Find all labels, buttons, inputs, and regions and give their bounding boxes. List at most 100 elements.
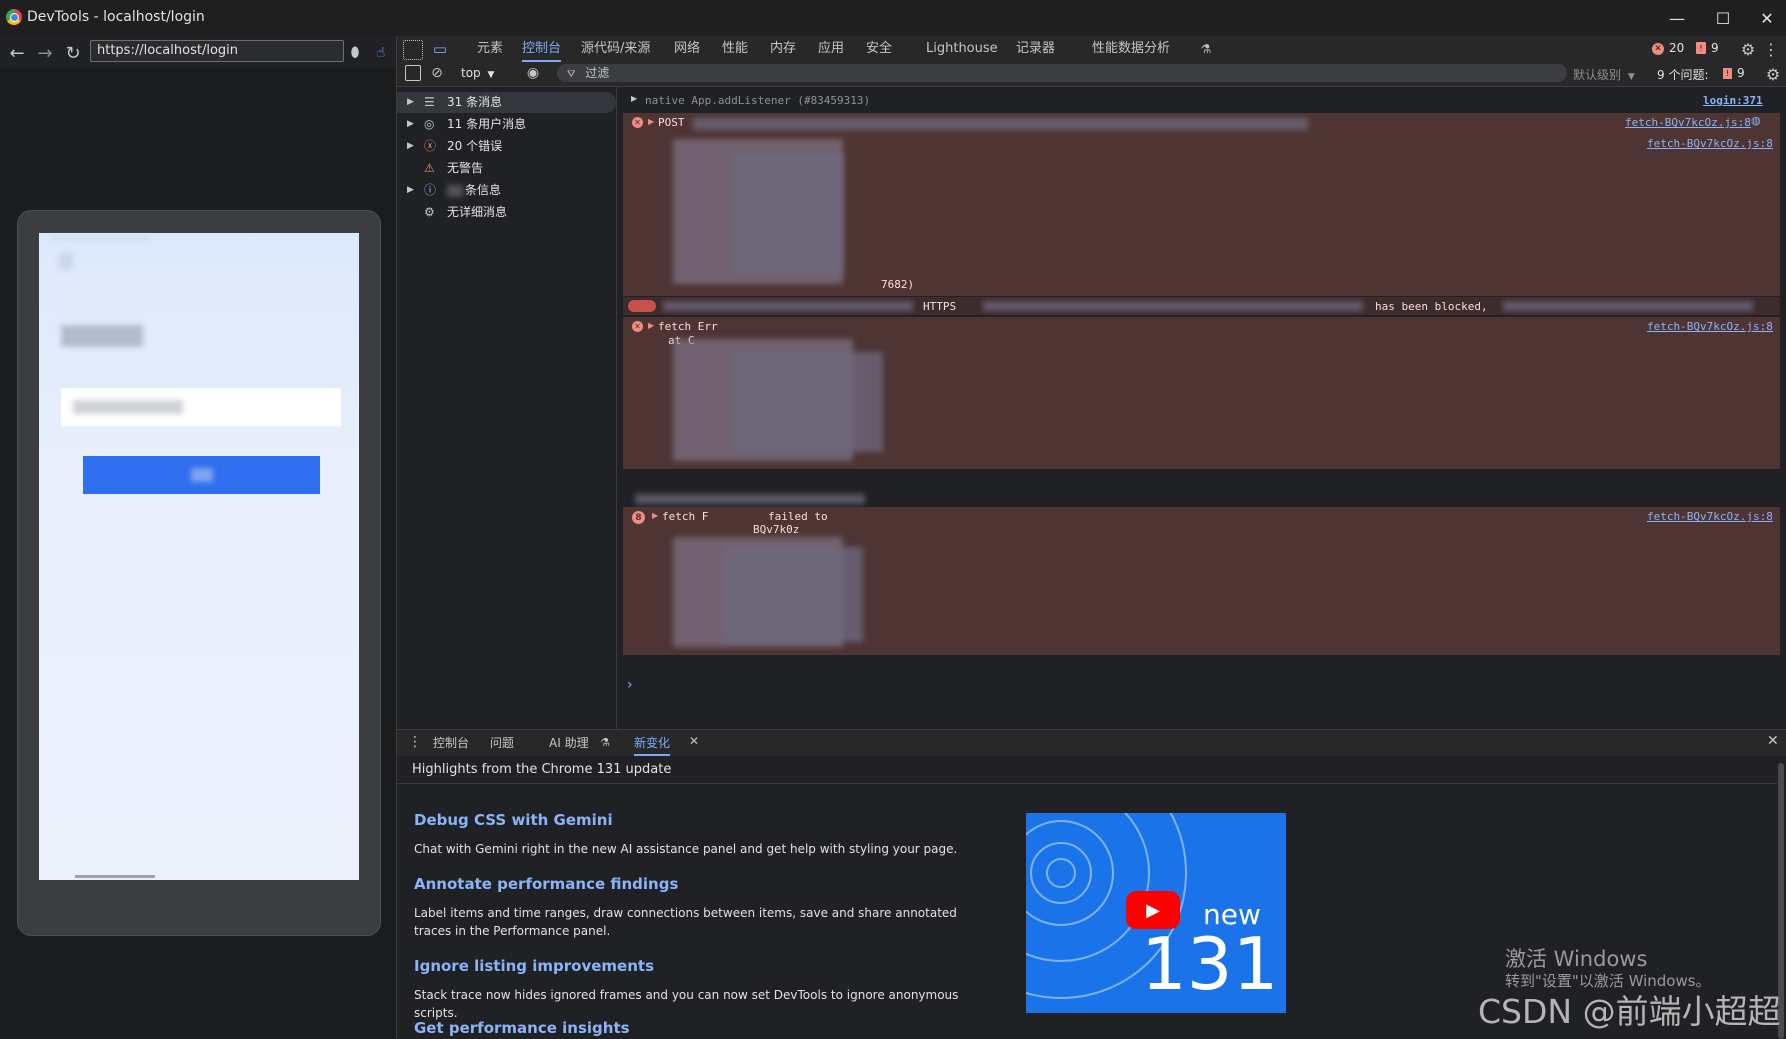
source-link[interactable]: fetch-BQv7kcOz.js:8	[1647, 320, 1773, 333]
minimize-button[interactable]: —	[1654, 4, 1700, 32]
message-text: HTTPS	[923, 300, 957, 313]
close-drawer-icon[interactable]: ✕	[1767, 733, 1779, 749]
video-version-number: 131	[1141, 922, 1279, 1006]
console-message[interactable]	[623, 491, 1780, 507]
tab-performance-insights[interactable]: 性能数据分析	[1092, 36, 1170, 62]
verbose-icon: ⚙	[424, 205, 435, 219]
issues-flag-icon[interactable]: !	[1696, 42, 1706, 54]
feature-title[interactable]: Annotate performance findings	[414, 875, 678, 893]
source-link[interactable]: fetch-BQv7kcOz.js:8	[1647, 510, 1773, 523]
expand-arrow-icon[interactable]: ▶	[407, 136, 414, 157]
url-field[interactable]: https://localhost/login	[90, 40, 344, 62]
title-bar: DevTools - localhost/login — ☐ ✕	[0, 0, 1786, 37]
drawer-menu-icon[interactable]: ⋮	[408, 734, 422, 750]
more-options-icon[interactable]: ⋮	[1763, 39, 1779, 59]
console-message[interactable]: ▶ native App.addListener (#83459313) log…	[623, 93, 1780, 109]
error-icon: ✕	[632, 117, 643, 128]
error-count[interactable]: 20	[1669, 41, 1684, 55]
feature-title[interactable]: Debug CSS with Gemini	[414, 811, 613, 829]
whats-new-heading: Highlights from the Chrome 131 update	[412, 762, 672, 777]
flask-icon: ⚗	[600, 735, 610, 749]
sidebar-item-info[interactable]: ▶ ⓘ 条信息	[397, 180, 616, 201]
message-text: fetch F	[662, 510, 709, 523]
login-input[interactable]	[61, 388, 341, 426]
console-toolbar: ⊘ top ▼ ◉ ⛛ 过滤 默认级别 ▼ 9 个问题: ! 9 ⚙	[397, 62, 1786, 87]
redacted-text	[663, 301, 913, 311]
source-link[interactable]: fetch-BQv7kcOz.js:8	[1647, 137, 1773, 150]
issues-count[interactable]: 9	[1711, 41, 1719, 55]
log-level-label: 默认级别	[1573, 68, 1622, 82]
sidebar-item-all-messages[interactable]: ▶ ☰ 31 条消息	[397, 92, 616, 113]
reload-icon[interactable]: ↻	[62, 42, 84, 64]
inspect-element-icon[interactable]	[403, 40, 423, 60]
console-prompt[interactable]: ›	[627, 677, 633, 693]
forward-icon[interactable]: →	[34, 42, 56, 64]
sidebar-toggle-icon[interactable]	[405, 65, 421, 81]
source-link[interactable]: login:371	[1703, 94, 1763, 107]
clear-console-icon[interactable]: ⊘	[429, 65, 445, 81]
devtools-tab-list: 元素 控制台 源代码/来源 网络 性能 内存 应用 安全 Lighthouse …	[477, 36, 1477, 62]
error-message[interactable]: ✕ ▶ fetch Err at C fetch-BQv7kcOz.js:8	[623, 317, 1780, 469]
filter-input[interactable]: ⛛ 过滤	[557, 64, 1567, 82]
expand-arrow-icon[interactable]: ▶	[648, 117, 654, 126]
log-level-selector[interactable]: 默认级别 ▼	[1573, 66, 1635, 83]
device-frame	[17, 210, 381, 936]
error-message[interactable]: HTTPS has been blocked,	[623, 297, 1780, 315]
sidebar-item-warnings[interactable]: ⚠ 无警告	[397, 158, 616, 179]
issues-summary-count[interactable]: 9	[1737, 66, 1745, 80]
live-expression-eye-icon[interactable]: ◉	[524, 65, 542, 81]
drawer-tab-whats-new[interactable]: 新变化	[634, 730, 671, 756]
sidebar-item-user-messages[interactable]: ▶ ◎ 11 条用户消息	[397, 114, 616, 135]
expand-arrow-icon[interactable]: ▶	[407, 114, 414, 135]
back-icon[interactable]: ←	[6, 42, 28, 64]
divider	[397, 783, 1777, 784]
sidebar-item-verbose[interactable]: ⚙ 无详细消息	[397, 202, 616, 223]
expand-arrow-icon[interactable]: ▶	[648, 321, 654, 330]
settings-gear-icon[interactable]: ⚙	[1738, 39, 1758, 59]
browser-nav-bar: ← → ↻ https://localhost/login ⬮ ☝	[0, 36, 396, 68]
tab-lighthouse[interactable]: Lighthouse	[926, 36, 998, 62]
issues-flag-icon[interactable]: !	[1723, 68, 1732, 79]
feature-title[interactable]: Ignore listing improvements	[414, 957, 654, 975]
expand-arrow-icon[interactable]: ▶	[652, 511, 658, 520]
feature-title[interactable]: Get performance insights	[414, 1019, 630, 1037]
tab-sources[interactable]: 源代码/来源	[581, 36, 650, 62]
filter-funnel-icon: ⛛	[567, 69, 576, 80]
tab-network[interactable]: 网络	[674, 36, 700, 62]
tab-performance[interactable]: 性能	[722, 36, 748, 62]
tab-recorder[interactable]: 记录器	[1016, 36, 1055, 62]
close-window-button[interactable]: ✕	[1744, 4, 1786, 32]
tab-elements[interactable]: 元素	[477, 36, 503, 62]
redacted-stack	[733, 153, 843, 273]
expand-arrow-icon[interactable]: ▶	[407, 92, 414, 113]
expand-arrow-icon[interactable]: ▶	[631, 94, 637, 103]
error-count-icon[interactable]: ✕	[1652, 43, 1664, 55]
issues-summary-label[interactable]: 9 个问题:	[1657, 66, 1709, 83]
context-selector[interactable]: top ▼	[461, 66, 509, 82]
drawer-tab-bar: ⋮ 控制台 问题 AI 助理 ⚗ 新变化 ✕ ✕	[397, 729, 1786, 757]
device-screen[interactable]	[39, 233, 359, 880]
drawer-tab-issues[interactable]: 问题	[490, 730, 514, 756]
maximize-button[interactable]: ☐	[1700, 4, 1746, 32]
touch-icon[interactable]: ☝	[370, 42, 392, 64]
video-thumbnail[interactable]: ▶ new 131	[1026, 813, 1286, 1013]
drawer-tab-console[interactable]: 控制台	[433, 730, 469, 756]
tab-application[interactable]: 应用	[818, 36, 844, 62]
close-tab-icon[interactable]: ✕	[689, 734, 699, 748]
expand-arrow-icon[interactable]: ▶	[407, 180, 414, 201]
error-message[interactable]: ✕ ▶ POST fetch-BQv7kcOz.js:8 ◍ fetch-BQv…	[623, 113, 1780, 296]
tab-security[interactable]: 安全	[866, 36, 892, 62]
tab-console[interactable]: 控制台	[522, 36, 562, 62]
sidebar-item-label: 无详细消息	[447, 205, 508, 219]
login-button[interactable]	[83, 456, 320, 494]
device-toolbar-icon[interactable]: ▭	[430, 39, 450, 59]
mouse-icon[interactable]: ⬮	[344, 42, 366, 64]
sidebar-item-label: 20 个错误	[447, 139, 503, 153]
source-link[interactable]: fetch-BQv7kcOz.js:8	[1625, 116, 1751, 129]
console-settings-gear-icon[interactable]: ⚙	[1763, 64, 1783, 84]
tab-memory[interactable]: 内存	[770, 36, 796, 62]
sidebar-item-errors[interactable]: ▶ ⓧ 20 个错误	[397, 136, 616, 157]
error-message[interactable]: 8 ▶ fetch F failed to BQv7k0z fetch-BQv7…	[623, 507, 1780, 655]
csdn-watermark: CSDN @前端小超超	[1478, 992, 1781, 1031]
drawer-tab-ai-assistance[interactable]: AI 助理	[549, 730, 589, 756]
